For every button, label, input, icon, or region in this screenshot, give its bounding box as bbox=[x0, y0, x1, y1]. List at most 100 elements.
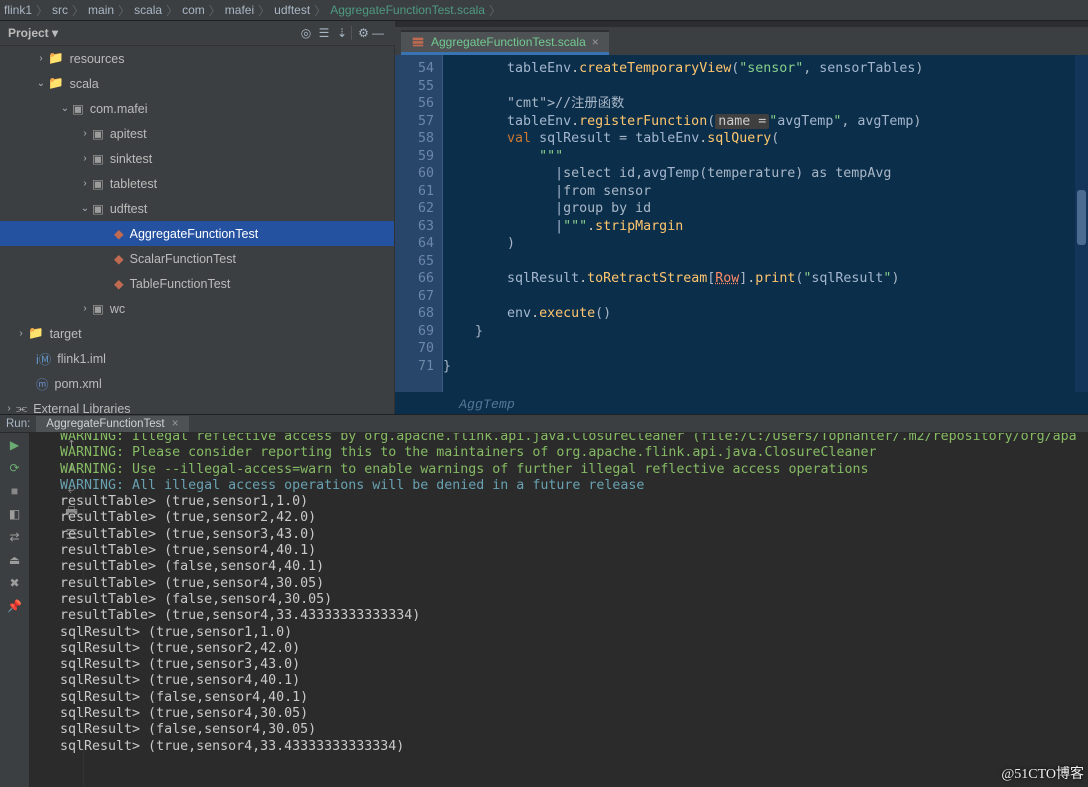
tree-apitest[interactable]: ›▣apitest bbox=[0, 121, 394, 146]
gutter: 545556575859606162636465666768697071 bbox=[395, 55, 443, 392]
tree-TableFunctionTest[interactable]: ◆ TableFunctionTest bbox=[0, 271, 394, 296]
run-console[interactable]: ↑ ↓ ⤶ 🖶 ☰ WARNING: Illegal reflective ac… bbox=[30, 433, 1088, 787]
tree-com-mafei[interactable]: ⌄▣com.mafei bbox=[0, 96, 394, 121]
watermark: @51CTO博客 bbox=[1001, 763, 1084, 783]
expand-arrow[interactable]: › bbox=[14, 328, 28, 339]
scrollto-icon[interactable]: ⇣ bbox=[333, 26, 351, 40]
pkg-icon: ▣ bbox=[92, 151, 104, 166]
scala-file-icon bbox=[411, 35, 425, 49]
console-line: sqlResult> (true,sensor3,43.0) bbox=[60, 657, 1082, 673]
expand-arrow[interactable]: ⌄ bbox=[34, 78, 48, 89]
expand-arrow[interactable]: › bbox=[2, 403, 16, 414]
code-editor[interactable]: 545556575859606162636465666768697071 tab… bbox=[395, 55, 1088, 414]
console-line: resultTable> (true,sensor2,42.0) bbox=[60, 510, 1082, 526]
console-line: resultTable> (false,sensor4,30.05) bbox=[60, 592, 1082, 608]
tree-pom-xml[interactable]: ⓜpom.xml bbox=[0, 371, 394, 396]
iml-icon: iⓂ bbox=[36, 349, 51, 368]
console-line: sqlResult> (false,sensor4,40.1) bbox=[60, 690, 1082, 706]
close-icon[interactable]: × bbox=[592, 35, 599, 49]
breadcrumb-segment[interactable]: com bbox=[182, 3, 205, 17]
pkg-icon: ▣ bbox=[92, 301, 104, 316]
scroll-thumb[interactable] bbox=[1077, 190, 1086, 245]
tab-aggregate[interactable]: AggregateFunctionTest.scala × bbox=[401, 30, 609, 55]
console-line: sqlResult> (true,sensor4,33.433333333333… bbox=[60, 739, 1082, 755]
run-tab[interactable]: AggregateFunctionTest × bbox=[36, 416, 188, 432]
pkg-icon: ▣ bbox=[92, 176, 104, 191]
close-icon[interactable]: × bbox=[172, 418, 179, 430]
pkg-icon: ▣ bbox=[72, 101, 84, 116]
rerun-icon[interactable]: ▶ bbox=[0, 433, 29, 456]
breadcrumb-segment[interactable]: flink1 bbox=[4, 3, 32, 17]
locate-icon[interactable]: ◎ bbox=[297, 26, 315, 40]
expand-arrow[interactable]: › bbox=[78, 303, 92, 314]
tree-label: scala bbox=[70, 77, 99, 91]
cls-icon: ◆ bbox=[114, 276, 124, 291]
tree-sinktest[interactable]: ›▣sinktest bbox=[0, 146, 394, 171]
lib-icon: ⫘ bbox=[16, 401, 27, 414]
console-line: sqlResult> (true,sensor1,1.0) bbox=[60, 625, 1082, 641]
expand-arrow[interactable]: ⌄ bbox=[58, 103, 72, 114]
tree-label: tabletest bbox=[110, 177, 157, 191]
project-header: Project ▾ ◎ ☰ ⇣ ⚙ — bbox=[0, 21, 395, 46]
tree-scala[interactable]: ⌄📁 scala bbox=[0, 71, 394, 96]
pin-icon[interactable]: 📌 bbox=[0, 594, 29, 617]
console-line: sqlResult> (false,sensor4,30.05) bbox=[60, 722, 1082, 738]
console-line: resultTable> (true,sensor1,1.0) bbox=[60, 494, 1082, 510]
tree-label: apitest bbox=[110, 127, 147, 141]
breadcrumb-segment[interactable]: mafei bbox=[225, 3, 254, 17]
expand-arrow[interactable]: › bbox=[34, 53, 48, 64]
run-header: Run: AggregateFunctionTest × bbox=[0, 414, 1088, 433]
code-area[interactable]: tableEnv.createTemporaryView("sensor", s… bbox=[443, 60, 1074, 375]
tree-flink1-iml[interactable]: iⓂ flink1.iml bbox=[0, 346, 394, 371]
breadcrumb-hint: AggTemp bbox=[443, 394, 1088, 414]
breadcrumb-segment[interactable]: src bbox=[52, 3, 68, 17]
expand-arrow[interactable]: ⌄ bbox=[78, 203, 92, 214]
tree-label: udftest bbox=[110, 202, 148, 216]
breadcrumb-segment[interactable]: scala bbox=[134, 3, 162, 17]
dir-icon: 📁 bbox=[48, 76, 64, 91]
layout-icon[interactable]: ⇄ bbox=[0, 525, 29, 548]
pom-icon: ⓜ bbox=[36, 374, 49, 393]
tree-label: flink1.iml bbox=[57, 352, 106, 366]
breadcrumb-segment[interactable]: AggregateFunctionTest.scala bbox=[330, 3, 485, 17]
expand-arrow[interactable]: › bbox=[78, 178, 92, 189]
expand-arrow[interactable]: › bbox=[78, 128, 92, 139]
tree-label: resources bbox=[70, 52, 125, 66]
editor-scrollbar[interactable] bbox=[1075, 55, 1088, 392]
console-line: resultTable> (true,sensor4,30.05) bbox=[60, 576, 1082, 592]
expand-arrow[interactable]: › bbox=[78, 153, 92, 164]
breadcrumb-segment[interactable]: udftest bbox=[274, 3, 310, 17]
console-line: WARNING: Please consider reporting this … bbox=[60, 445, 1082, 461]
trash-icon[interactable]: ✖ bbox=[0, 571, 29, 594]
tree-tabletest[interactable]: ›▣ tabletest bbox=[0, 171, 394, 196]
tree-wc[interactable]: ›▣wc bbox=[0, 296, 394, 321]
tree-label: TableFunctionTest bbox=[130, 277, 231, 291]
stop-icon[interactable]: ■ bbox=[0, 479, 29, 502]
breadcrumb-segment[interactable]: main bbox=[88, 3, 114, 17]
cls-icon: ◆ bbox=[114, 251, 124, 266]
console-line: sqlResult> (true,sensor2,42.0) bbox=[60, 641, 1082, 657]
console-line: sqlResult> (true,sensor4,30.05) bbox=[60, 706, 1082, 722]
tree-label: ScalarFunctionTest bbox=[130, 252, 236, 266]
tree-AggregateFunctionTest[interactable]: ◆AggregateFunctionTest bbox=[0, 221, 394, 246]
run-toolbar-left: ▶ ⟳ ■ ◧ ⇄ ⏏ ✖ 📌 bbox=[0, 433, 30, 787]
tab-label: AggregateFunctionTest.scala bbox=[431, 35, 586, 49]
project-tree[interactable]: ›📁resources⌄📁scala⌄▣com.mafei›▣apitest›▣… bbox=[0, 46, 395, 414]
hide-icon[interactable]: — bbox=[369, 26, 387, 40]
tree-External-Libraries[interactable]: ›⫘ External Libraries bbox=[0, 396, 394, 414]
tree-udftest[interactable]: ⌄▣udftest bbox=[0, 196, 394, 221]
tree-ScalarFunctionTest[interactable]: ◆ ScalarFunctionTest bbox=[0, 246, 394, 271]
console-line: resultTable> (true,sensor4,40.1) bbox=[60, 543, 1082, 559]
tree-label: External Libraries bbox=[33, 402, 130, 415]
run-icon[interactable]: ⟳ bbox=[0, 456, 29, 479]
camera-icon[interactable]: ◧ bbox=[0, 502, 29, 525]
dir-icon: 📁 bbox=[48, 51, 64, 66]
exit-icon[interactable]: ⏏ bbox=[0, 548, 29, 571]
project-title[interactable]: Project ▾ bbox=[8, 26, 297, 40]
tree-resources[interactable]: ›📁 resources bbox=[0, 46, 394, 71]
editor-tabs: AggregateFunctionTest.scala × bbox=[395, 27, 1088, 55]
tree-label: AggregateFunctionTest bbox=[130, 227, 259, 241]
settings-icon[interactable]: ⚙ bbox=[351, 26, 369, 40]
tree-target[interactable]: ›📁target bbox=[0, 321, 394, 346]
flatten-icon[interactable]: ☰ bbox=[315, 26, 333, 40]
